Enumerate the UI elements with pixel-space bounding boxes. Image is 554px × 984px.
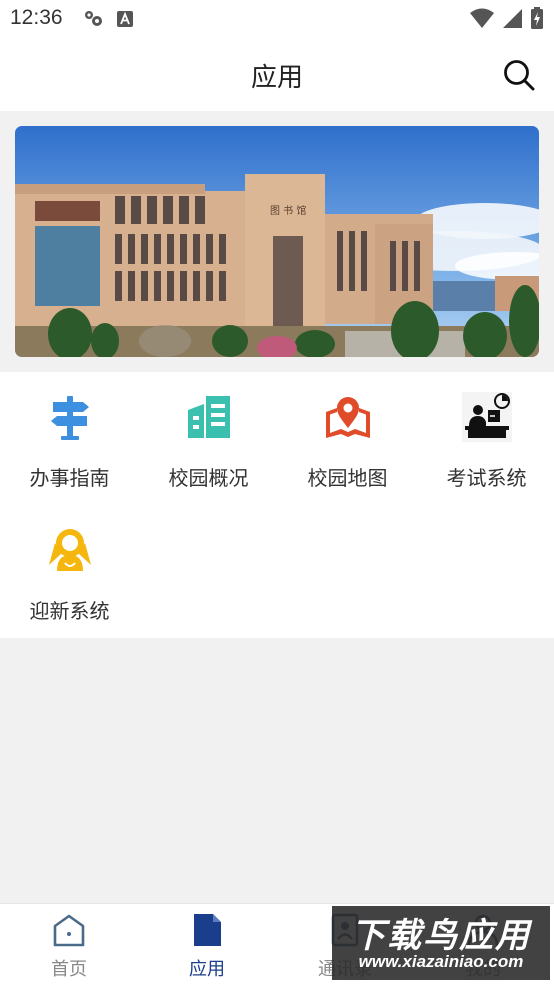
map-pin-icon	[326, 397, 370, 438]
app-welcome-system[interactable]: 迎新系统	[0, 505, 139, 625]
exam-desk-icon	[462, 392, 512, 442]
tab-home[interactable]: 首页	[0, 904, 138, 984]
watermark-url: www.xiazainiao.com	[358, 952, 524, 971]
app-exam-system[interactable]: 考试系统	[417, 372, 554, 492]
banner-section: 图 书 馆	[0, 111, 554, 372]
status-bar: 12:36	[0, 0, 554, 38]
tab-label: 应用	[189, 959, 225, 980]
app-campus-overview[interactable]: 校园概况	[139, 372, 278, 492]
app-label: 校园地图	[307, 466, 388, 490]
home-icon	[53, 914, 85, 947]
watermark: 下载鸟应用 www.xiazainiao.com	[332, 906, 550, 980]
tab-apps[interactable]: 应用	[138, 904, 276, 984]
app-header: 应用	[0, 38, 554, 111]
app-label: 迎新系统	[29, 599, 110, 623]
app-campus-map[interactable]: 校园地图	[278, 372, 417, 492]
signal-icon	[503, 9, 522, 28]
app-label: 考试系统	[446, 466, 527, 490]
watermark-title: 下载鸟应用	[351, 916, 531, 956]
battery-icon	[531, 7, 543, 29]
welcome-icon	[49, 529, 91, 571]
building-sign-text: 图 书 馆	[270, 204, 306, 217]
document-icon	[194, 914, 221, 946]
library-building-picture: 图 书 馆	[15, 126, 539, 357]
building-icon	[188, 396, 230, 438]
tab-label: 首页	[51, 959, 87, 980]
wifi-icon	[470, 8, 494, 28]
keyboard-a-icon	[117, 11, 133, 27]
app-label: 校园概况	[168, 466, 249, 490]
signpost-icon	[51, 396, 89, 440]
page-title: 应用	[250, 63, 303, 93]
search-icon[interactable]	[502, 58, 536, 92]
app-service-guide[interactable]: 办事指南	[0, 372, 139, 492]
campus-banner-image[interactable]: 图 书 馆	[15, 126, 539, 357]
app-label: 办事指南	[29, 466, 110, 490]
status-time: 12:36	[10, 6, 63, 29]
app-grid: 办事指南 校园概况 校园地图 考试系统 迎新系统	[0, 372, 554, 638]
sync-icon	[85, 11, 102, 26]
